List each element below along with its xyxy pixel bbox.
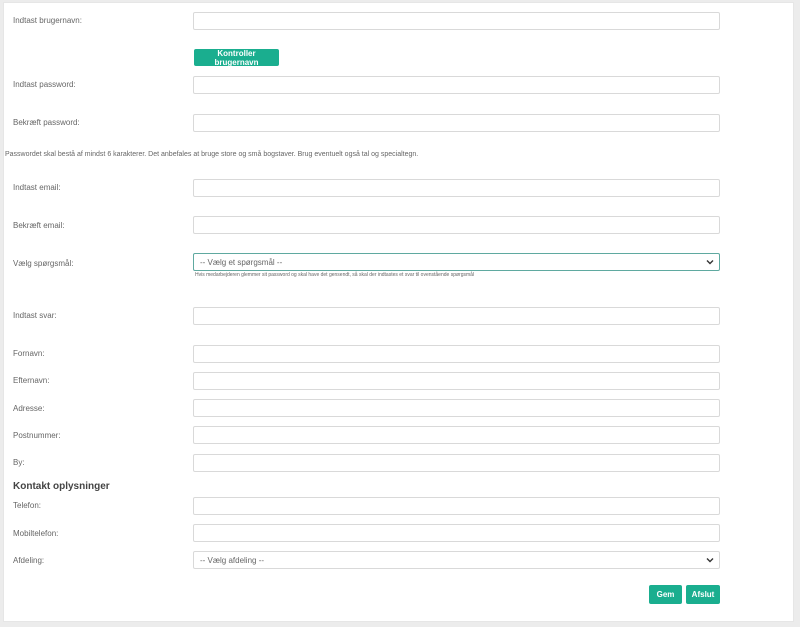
address-input[interactable] bbox=[193, 399, 720, 417]
email-input[interactable] bbox=[193, 179, 720, 197]
confirm-password-input[interactable] bbox=[193, 114, 720, 132]
email-label: Indtast email: bbox=[13, 183, 61, 192]
lastname-label: Efternavn: bbox=[13, 376, 50, 385]
city-label: By: bbox=[13, 458, 25, 467]
department-label: Afdeling: bbox=[13, 556, 45, 565]
firstname-input[interactable] bbox=[193, 345, 720, 363]
lastname-input[interactable] bbox=[193, 372, 720, 390]
check-username-button[interactable]: Kontroller brugernavn bbox=[194, 49, 279, 67]
department-select-value: -- Vælg afdeling -- bbox=[200, 555, 265, 565]
question-hint: Hvis medarbejderen glemmer sit password … bbox=[195, 272, 475, 278]
username-input[interactable] bbox=[193, 12, 720, 30]
phone-input[interactable] bbox=[193, 497, 720, 515]
phone-label: Telefon: bbox=[13, 501, 42, 510]
answer-label: Indtast svar: bbox=[13, 311, 57, 320]
city-input[interactable] bbox=[193, 454, 720, 472]
firstname-label: Fornavn: bbox=[13, 349, 45, 358]
question-select[interactable]: -- Vælg et spørgsmål -- bbox=[193, 253, 720, 271]
address-label: Adresse: bbox=[13, 404, 45, 413]
chevron-down-icon bbox=[706, 558, 714, 563]
password-label: Indtast password: bbox=[13, 80, 76, 89]
confirm-email-input[interactable] bbox=[193, 216, 720, 234]
mobile-label: Mobiltelefon: bbox=[13, 529, 59, 538]
confirm-password-label: Bekræft password: bbox=[13, 118, 80, 127]
mobile-input[interactable] bbox=[193, 524, 720, 542]
answer-input[interactable] bbox=[193, 307, 720, 325]
postal-input[interactable] bbox=[193, 426, 720, 444]
chevron-down-icon bbox=[706, 260, 714, 265]
question-label: Vælg spørgsmål: bbox=[13, 259, 74, 268]
save-button[interactable]: Gem bbox=[649, 585, 682, 604]
username-label: Indtast brugernavn: bbox=[13, 16, 82, 25]
department-select[interactable]: -- Vælg afdeling -- bbox=[193, 551, 720, 569]
postal-label: Postnummer: bbox=[13, 431, 61, 440]
contact-section-title: Kontakt oplysninger bbox=[13, 481, 110, 492]
close-button[interactable]: Afslut bbox=[686, 585, 720, 604]
confirm-email-label: Bekræft email: bbox=[13, 221, 65, 230]
password-hint: Passwordet skal bestå af mindst 6 karakt… bbox=[5, 151, 419, 158]
question-select-value: -- Vælg et spørgsmål -- bbox=[200, 257, 283, 267]
password-input[interactable] bbox=[193, 76, 720, 94]
